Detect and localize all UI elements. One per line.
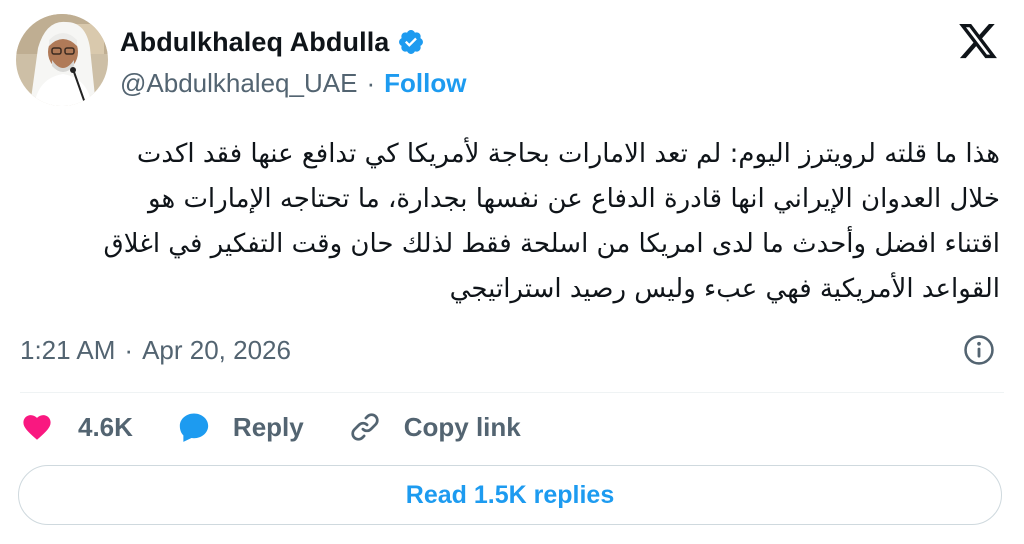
read-replies-label: Read 1.5K replies [405, 480, 615, 509]
action-bar: 4.6K Reply Copy link [20, 406, 521, 448]
handle-separator: · [366, 67, 376, 98]
divider [20, 392, 1004, 393]
info-icon[interactable] [962, 333, 996, 367]
tweet-card: Abdulkhaleq Abdulla @Abdulkhaleq_UAE · F… [0, 0, 1024, 544]
copy-link-label: Copy link [403, 411, 521, 442]
reply-bubble-icon [179, 413, 209, 442]
avatar[interactable] [16, 14, 108, 106]
like-button[interactable]: 4.6K [20, 411, 133, 443]
heart-icon [23, 415, 51, 440]
copy-link-button[interactable]: Copy link [348, 410, 521, 444]
author-name-row: Abdulkhaleq Abdulla [120, 22, 425, 62]
tweet-text-line: هذا ما قلته لرويترز اليوم: لم تعد الامار… [136, 139, 1000, 169]
tweet-text: هذا ما قلته لرويترز اليوم: لم تعد الامار… [22, 132, 1000, 312]
read-replies-button[interactable]: Read 1.5K replies [18, 465, 1002, 525]
author-handle[interactable]: @Abdulkhaleq_UAE [120, 68, 357, 99]
tweet-timestamp[interactable]: 1:21 AM · Apr 20, 2026 [20, 330, 291, 370]
tweet-date: Apr 20, 2026 [142, 334, 291, 365]
meta-separator: · [124, 334, 134, 365]
author-name[interactable]: Abdulkhaleq Abdulla [120, 27, 389, 58]
follow-button[interactable]: Follow [384, 68, 466, 99]
tweet-text-line: اقتناء افضل وأحدث ما لدى امريكا من اسلحة… [103, 229, 1000, 259]
tweet-text-line: القواعد الأمريكية فهي عبء وليس رصيد استر… [449, 274, 1000, 304]
tweet-time: 1:21 AM [20, 334, 116, 365]
reply-button[interactable]: Reply [177, 410, 304, 444]
link-icon [351, 413, 379, 441]
reply-label: Reply [232, 411, 304, 442]
author-handle-row: @Abdulkhaleq_UAE · Follow [120, 64, 466, 102]
like-count: 4.6K [78, 411, 133, 442]
tweet-text-line: خلال العدوان الإيراني انها قادرة الدفاع … [148, 184, 1000, 214]
x-logo-icon[interactable] [956, 20, 1000, 62]
verified-badge-icon [399, 30, 424, 54]
